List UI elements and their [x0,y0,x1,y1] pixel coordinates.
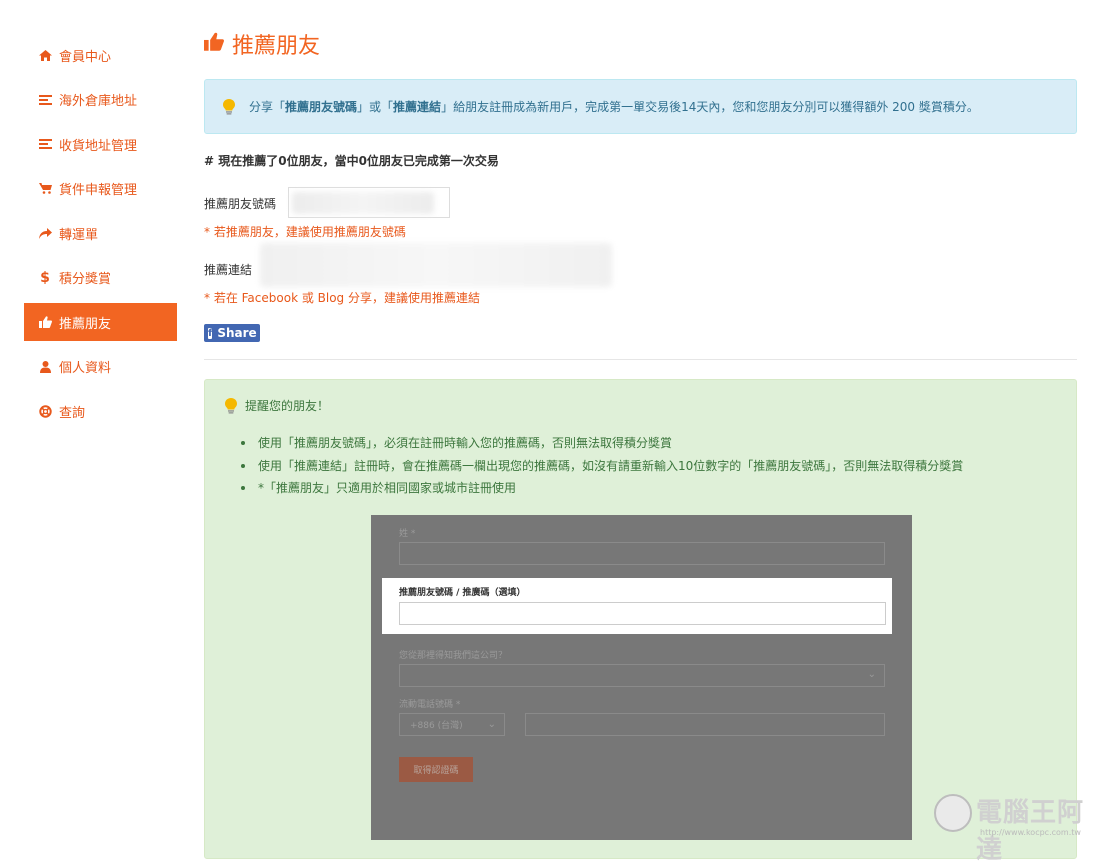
referral-link-term: 推薦連結 [393,100,442,114]
referral-code-field[interactable] [288,187,450,218]
sidebar-item-label: 推薦朋友 [59,316,112,332]
cart-icon [38,183,52,194]
facebook-share-button[interactable]: f Share [204,324,260,342]
sidebar-item-label: 轉運單 [59,227,99,243]
source-select: ⌄ [399,664,885,687]
country-code-select: +886 (台灣) ⌄ [399,713,505,736]
page-title-text: 推薦朋友 [232,34,321,59]
referral-code-label: 推薦朋友號碼 [204,197,277,211]
referral-link-hint: * 若在 Facebook 或 Blog 分享，建議使用推薦連結 [204,291,480,305]
lightbulb-icon [225,397,237,414]
referral-info-text: 分享「推薦朋友號碼」或「推薦連結」給朋友註冊成為新用戶，完成第一單交易後14天內… [249,100,979,114]
chevron-down-icon: ⌄ [487,719,496,730]
reminder-panel: 提醒您的朋友！ 使用「推薦朋友號碼」，必須在註冊時輸入您的推薦碼，否則無法取得積… [204,379,1077,859]
reminder-item: *「推薦朋友」只適用於相同國家或城市註冊使用 [241,480,963,502]
reminder-item: 使用「推薦朋友號碼」，必須在註冊時輸入您的推薦碼，否則無法取得積分獎賞 [241,435,963,457]
sidebar-item-label: 貨件申報管理 [59,183,138,198]
chevron-down-icon: ⌄ [867,669,876,680]
share-arrow-icon [38,227,52,239]
sidebar-item-member-center[interactable]: 會員中心 [24,36,177,74]
sidebar-item-label: 個人資料 [59,361,112,376]
referral-field-highlight: 推薦朋友號碼 / 推廣碼（選填） [382,578,892,634]
sidebar-item-shipment-declaration[interactable]: 貨件申報管理 [24,170,177,208]
sidebar-item-label: 查詢 [59,405,86,421]
mascot-face-icon [934,794,972,832]
home-icon [38,49,52,61]
source-label: 您從那裡得知我們這公司？ [399,651,508,661]
share-button-label: Share [217,326,257,340]
referral-code-term: 推薦朋友號碼 [285,100,358,114]
referral-code-field-label: 推薦朋友號碼 / 推廣碼（選填） [399,588,526,598]
referral-link-field[interactable] [260,243,612,287]
signup-form-example-image: 姓 * 推薦朋友號碼 / 推廣碼（選填） 您從那裡得知我們這公司？ ⌄ 流動電話… [371,515,912,840]
watermark-url: http://www.kocpc.com.tw [980,828,1081,837]
referral-link-label: 推薦連結 [204,263,253,277]
dollar-icon: $ [40,269,50,286]
reminder-list: 使用「推薦朋友號碼」，必須在註冊時輸入您的推薦碼，否則無法取得積分獎賞 使用「推… [241,435,963,503]
referral-code-input-example [399,602,886,625]
lightbulb-icon [223,98,235,115]
thumbs-up-icon [38,316,52,328]
blurred-referral-code [292,192,434,214]
reminder-title-text: 提醒您的朋友！ [245,399,330,413]
list-icon [38,94,52,105]
get-otp-button: 取得認證碼 [399,757,473,782]
facebook-icon: f [208,327,213,339]
mobile-label: 流動電話號碼 * [399,700,461,710]
reminder-item: 使用「推薦連結」註冊時，會在推薦碼一欄出現您的推薦碼，如沒有請重新輸入10位數字… [241,458,963,480]
sidebar-item-inquiry[interactable]: 查詢 [24,392,177,430]
sidebar-item-forwarding-order[interactable]: 轉運單 [24,214,177,252]
referral-code-hint: * 若推薦朋友，建議使用推薦朋友號碼 [204,225,406,239]
sidebar-item-refer-friends[interactable]: 推薦朋友 [24,303,177,341]
sidebar-item-personal-info[interactable]: 個人資料 [24,348,177,386]
site-watermark-logo: 電腦王阿達 http://www.kocpc.com.tw [934,790,1104,865]
thumbs-up-icon [204,32,224,56]
user-icon [38,360,52,373]
referral-count: # 現在推薦了0位朋友，當中0位朋友已完成第一次交易 [204,154,499,168]
referral-info-alert: 分享「推薦朋友號碼」或「推薦連結」給朋友註冊成為新用戶，完成第一單交易後14天內… [204,79,1077,134]
page-title: 推薦朋友 [204,28,320,60]
sidebar-item-label: 收貨地址管理 [59,138,138,154]
reminder-title: 提醒您的朋友！ [225,397,329,414]
sidebar-item-label: 會員中心 [59,49,112,65]
surname-input [399,542,885,565]
list-icon [38,139,52,149]
sidebar-item-points-rewards[interactable]: $ 積分獎賞 [24,259,177,297]
sidebar-item-overseas-warehouse[interactable]: 海外倉庫地址 [24,81,177,119]
divider [204,359,1077,360]
country-code-value: +886 (台灣) [410,721,463,731]
phone-input [525,713,885,736]
life-ring-icon [38,404,52,418]
sidebar: 會員中心 海外倉庫地址 收貨地址管理 貨件申報管理 轉運單 $ 積分獎賞 推薦朋… [24,36,177,437]
sidebar-item-label: 海外倉庫地址 [59,94,138,109]
sidebar-item-address-management[interactable]: 收貨地址管理 [24,125,177,163]
surname-label: 姓 * [399,529,416,539]
sidebar-item-label: 積分獎賞 [59,272,112,287]
